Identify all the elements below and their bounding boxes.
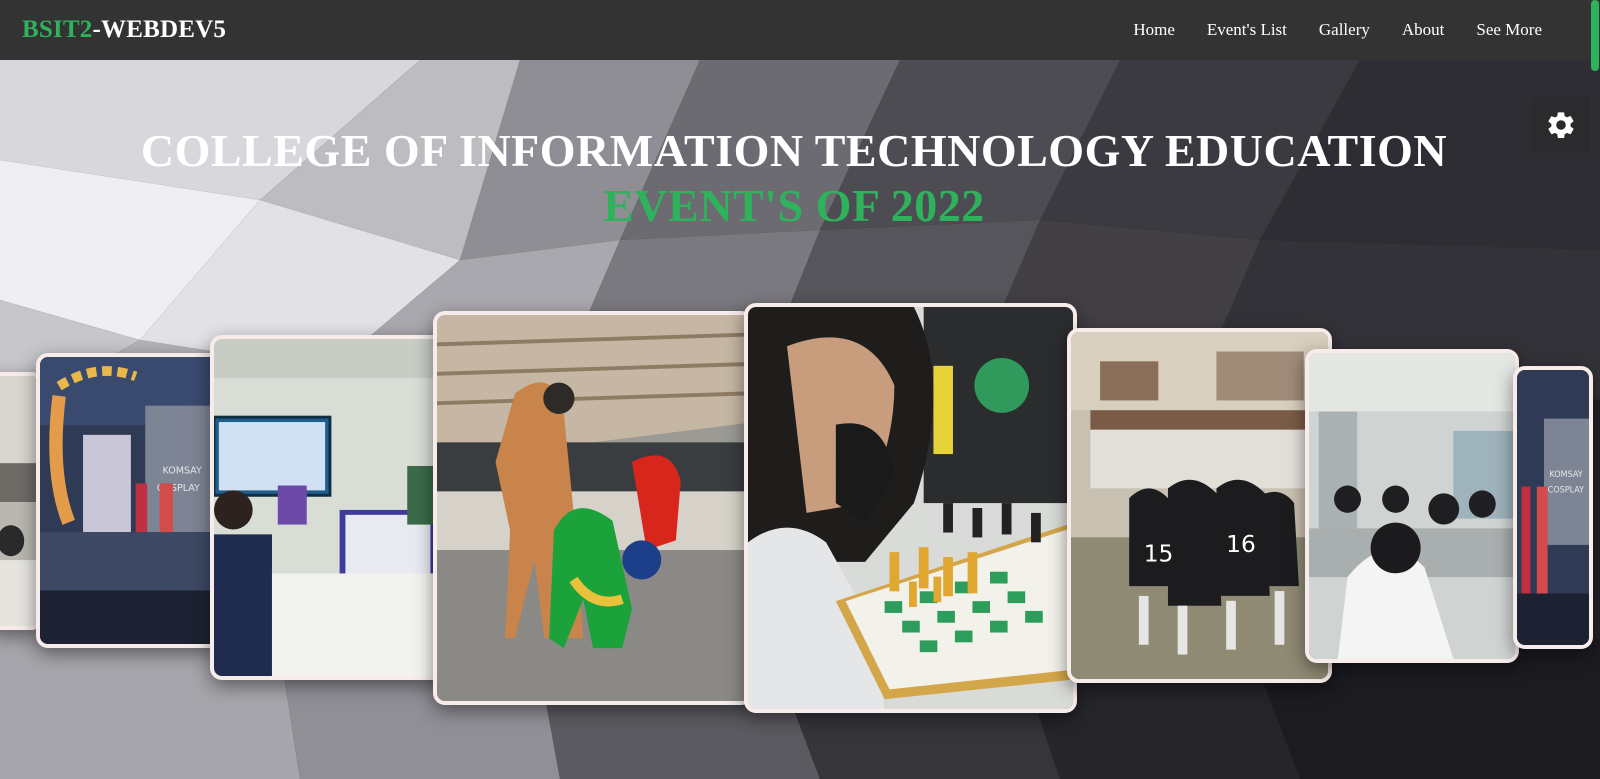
brand-part-accent: BSIT2 <box>22 16 93 43</box>
page-scrollbar[interactable] <box>1590 0 1600 779</box>
stage-sign-1: KOMSAY <box>162 466 201 477</box>
photo-cosplay-image: KOMSAY COSPLAY <box>40 357 217 644</box>
hero-title: COLLEGE OF INFORMATION TECHNOLOGY EDUCAT… <box>140 125 1448 176</box>
nav-link-home[interactable]: Home <box>1117 0 1191 60</box>
svg-text:15: 15 <box>1144 540 1174 568</box>
hero-subtitle: EVENT'S OF 2022 <box>603 180 985 231</box>
carousel-photo-cosplay-partial[interactable]: KOMSAY COSPLAY <box>1513 366 1593 649</box>
photo-lab-image <box>214 339 443 676</box>
photo-mascots-image <box>437 315 749 701</box>
carousel-photo-court[interactable] <box>0 372 40 630</box>
navbar: BSIT2-WEBDEV5 Home Event's List Gallery … <box>0 0 1600 60</box>
nav-link-events-list[interactable]: Event's List <box>1191 0 1303 60</box>
carousel-photo-cosplay[interactable]: KOMSAY COSPLAY <box>36 353 221 648</box>
stage-sign-partial-1: KOMSAY <box>1549 469 1583 479</box>
settings-button[interactable] <box>1532 97 1590 153</box>
nav-link-gallery[interactable]: Gallery <box>1303 0 1386 60</box>
photo-students-image <box>1309 353 1515 659</box>
event-photo-carousel: KOMSAY COSPLAY 15 16 KOMSAY COSPLAY <box>0 0 1593 779</box>
photo-cosplay-partial-image: KOMSAY COSPLAY <box>1517 370 1589 645</box>
carousel-photo-students[interactable] <box>1305 349 1519 663</box>
brand-logo[interactable]: BSIT2-WEBDEV5 <box>22 16 226 44</box>
svg-text:16: 16 <box>1226 530 1256 558</box>
scrollbar-thumb[interactable] <box>1591 0 1599 71</box>
carousel-photo-chess[interactable] <box>744 303 1077 713</box>
nav-link-see-more[interactable]: See More <box>1460 0 1558 60</box>
carousel-photo-volleyball[interactable]: 15 16 <box>1067 328 1332 683</box>
carousel-photo-lab[interactable] <box>210 335 447 680</box>
carousel-photo-mascots[interactable] <box>433 311 753 705</box>
photo-court-image <box>0 376 36 626</box>
gear-icon <box>1548 112 1574 139</box>
stage-sign-partial-2: COSPLAY <box>1548 484 1585 494</box>
photo-chess-image <box>748 307 1073 709</box>
brand-part-main: -WEBDEV5 <box>92 16 227 43</box>
nav-link-about[interactable]: About <box>1386 0 1461 60</box>
photo-volleyball-image: 15 16 <box>1071 332 1328 679</box>
nav-links: Home Event's List Gallery About See More <box>1117 0 1558 60</box>
